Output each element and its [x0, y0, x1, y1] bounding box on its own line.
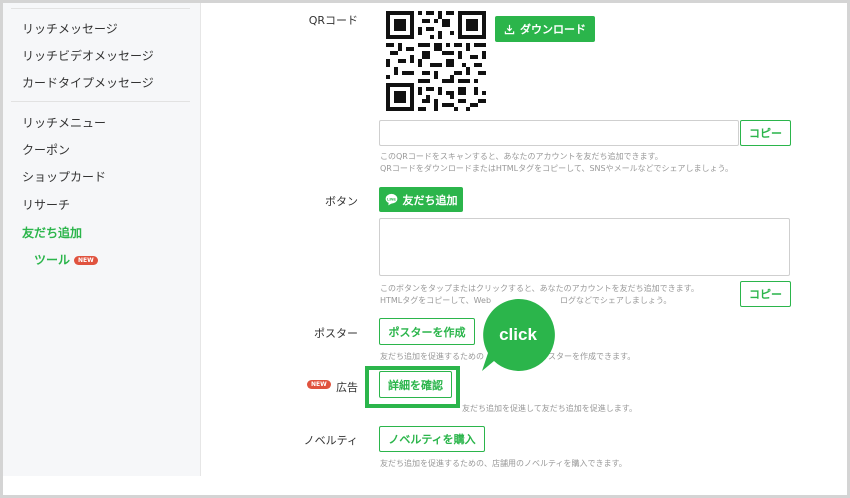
qr-url-field[interactable]	[379, 120, 739, 146]
sidebar-item-rich-menu[interactable]: リッチメニュー	[22, 115, 106, 131]
novelty-help-text: 友だち追加を促進するための、店舗用のノベルティを購入できます。	[380, 459, 627, 468]
download-icon	[504, 24, 515, 34]
qr-code-label: QRコード	[308, 14, 358, 27]
qr-help-text-2: QRコードをダウンロードまたはHTMLタグをコピーして、SNSやメールなどでシェ…	[380, 164, 733, 173]
sidebar-item-tools-label: ツール	[34, 253, 71, 267]
download-button[interactable]: ダウンロード	[495, 16, 595, 42]
sidebar-item-shop-card[interactable]: ショップカード	[22, 169, 106, 185]
poster-help-text-b: スターを作成できます。	[548, 352, 636, 361]
ad-label: 広告	[336, 381, 358, 394]
poster-help-text-a: 友だち追加を促進するための	[380, 352, 484, 361]
ad-help-text: 友だち追加を促進して友だち追加を促進します。	[462, 404, 637, 413]
sidebar-item-research[interactable]: リサーチ	[22, 197, 70, 213]
create-poster-button[interactable]: ポスターを作成	[379, 318, 475, 345]
highlight-box	[365, 366, 460, 408]
sidebar-item-add-friend[interactable]: 友だち追加	[22, 225, 82, 241]
sidebar-item-rich-message[interactable]: リッチメッセージ	[22, 21, 118, 37]
line-chat-icon: LINE	[385, 193, 397, 206]
add-friend-button[interactable]: LINE 友だち追加	[379, 187, 463, 212]
qr-code-image	[386, 11, 486, 111]
sidebar-item-card-type-message[interactable]: カードタイプメッセージ	[22, 75, 154, 91]
sidebar: リッチメッセージ リッチビデオメッセージ カードタイプメッセージ リッチメニュー…	[3, 3, 201, 476]
click-callout-text: click	[499, 325, 537, 344]
sidebar-item-tools[interactable]: ツール NEW	[34, 252, 98, 268]
button-label: ボタン	[325, 195, 358, 208]
button-help-text-2a: HTMLタグをコピーして、Web	[380, 296, 492, 305]
buy-novelty-button[interactable]: ノベルティを購入	[379, 426, 485, 452]
sidebar-item-rich-video-message[interactable]: リッチビデオメッセージ	[22, 48, 154, 64]
add-friend-button-label: 友だち追加	[402, 193, 458, 207]
qr-help-text-1: このQRコードをスキャンすると、あなたのアカウントを友だち追加できます。	[380, 152, 663, 161]
sidebar-divider	[11, 101, 190, 102]
new-badge: NEW	[74, 256, 98, 265]
sidebar-top-divider	[11, 8, 190, 9]
sidebar-item-coupon[interactable]: クーポン	[22, 142, 70, 158]
qr-copy-button[interactable]: コピー	[740, 120, 791, 146]
novelty-label: ノベルティ	[303, 434, 358, 447]
button-copy-button[interactable]: コピー	[740, 281, 791, 307]
button-help-text-2b: ログなどでシェアしましょう。	[560, 296, 672, 305]
button-help-text-1: このボタンをタップまたはクリックすると、あなたのアカウントを友だち追加できます。	[380, 284, 699, 293]
svg-text:LINE: LINE	[387, 196, 396, 201]
button-html-textarea[interactable]	[379, 218, 790, 276]
poster-label: ポスター	[314, 327, 358, 340]
download-button-label: ダウンロード	[520, 23, 586, 36]
